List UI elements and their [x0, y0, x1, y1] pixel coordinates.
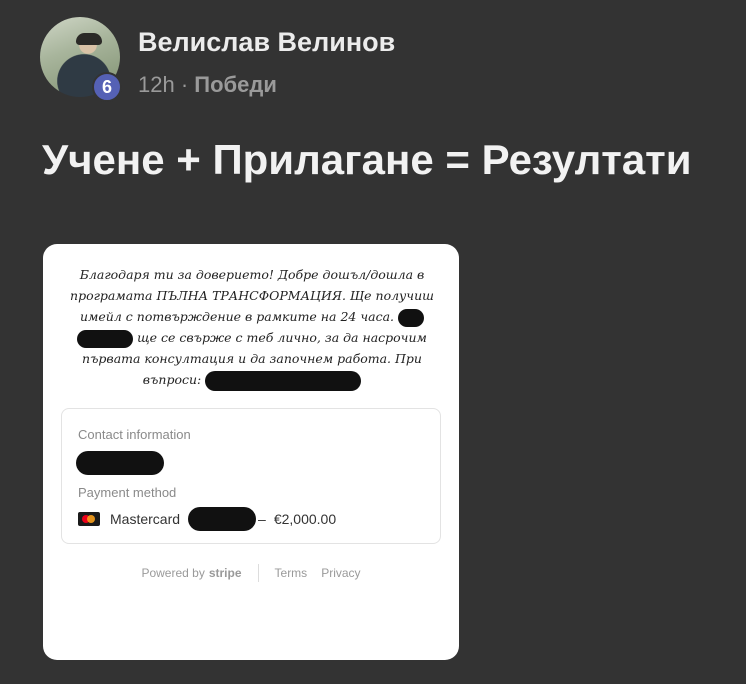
redaction [205, 370, 362, 391]
message-line: програмата ПЪЛНА ТРАНСФОРМАЦИЯ. Ще получ… [70, 288, 434, 303]
post-title: Учене + Прилагане = Резултати [42, 136, 692, 183]
payment-amount: €2,000.00 [273, 511, 337, 527]
receipt-image[interactable]: Благодаря ти за доверието! Добре дошъл/д… [43, 244, 459, 660]
stripe-logo: stripe [208, 566, 242, 580]
receipt-message: Благодаря ти за доверието! Добре дошъл/д… [63, 264, 441, 391]
post-meta: 12h · Победи [138, 72, 277, 98]
payment-details-card: Contact information Payment method Maste… [61, 408, 441, 544]
message-line: въпроси: [63, 369, 441, 391]
payment-method-label: Payment method [78, 485, 177, 500]
redaction [77, 329, 134, 348]
privacy-link[interactable]: Privacy [321, 566, 360, 580]
author-avatar[interactable]: 6 [40, 17, 124, 102]
divider [257, 564, 259, 582]
message-line: Благодаря ти за доверието! Добре дошъл/д… [79, 267, 425, 282]
powered-by-label: Powered by [141, 566, 205, 580]
payment-row: Mastercard – €2,000.00 [78, 507, 336, 531]
card-brand: Mastercard [110, 511, 181, 527]
dash: – [258, 511, 266, 527]
mastercard-icon [78, 512, 100, 526]
terms-link[interactable]: Terms [275, 566, 308, 580]
message-line: ще се свърже с теб лично, за да насрочим [63, 327, 441, 348]
meta-separator: · [180, 72, 189, 97]
post-category[interactable]: Победи [194, 72, 277, 97]
message-line: имейл с потвърждение в рамките на 24 час… [63, 306, 441, 327]
redaction [397, 308, 424, 327]
card-number-redaction [188, 507, 257, 531]
author-name[interactable]: Велислав Велинов [138, 27, 395, 58]
level-badge: 6 [92, 72, 122, 102]
stripe-footer: Powered by stripe Terms Privacy [43, 564, 459, 582]
post-time[interactable]: 12h [138, 72, 175, 97]
contact-redaction [76, 451, 164, 475]
contact-label: Contact information [78, 427, 191, 442]
message-line: първата консултация и да започнем работа… [82, 351, 422, 366]
